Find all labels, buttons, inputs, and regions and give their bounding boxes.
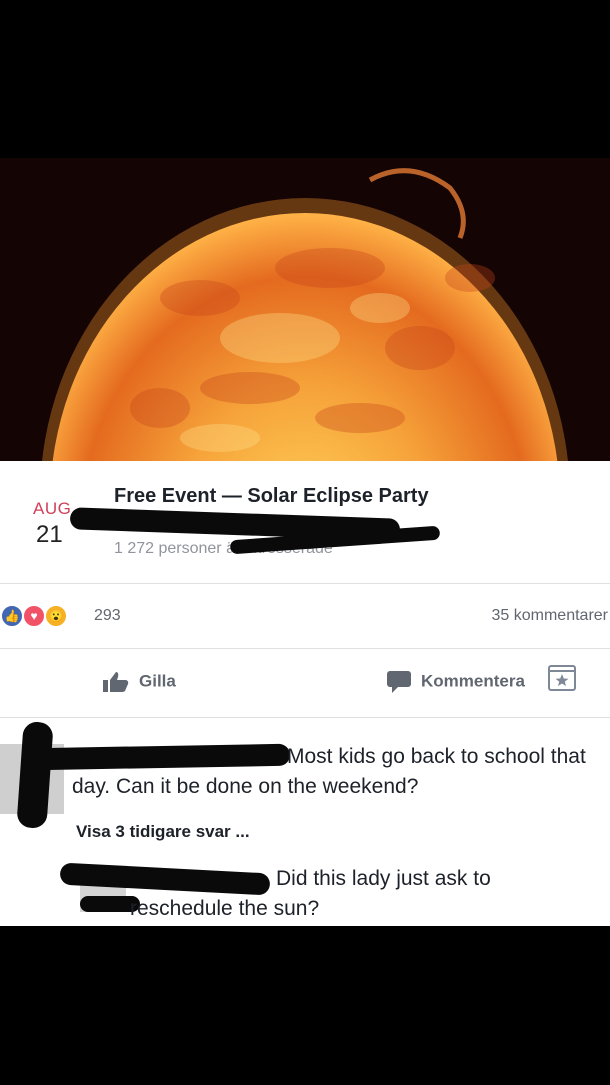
post-actions-bar: Gilla Kommentera bbox=[0, 651, 610, 718]
comment-text: Most kids go back to school that day. Ca… bbox=[72, 742, 602, 802]
reply-line-2: reschedule the sun? bbox=[130, 897, 320, 920]
sun-image bbox=[0, 158, 610, 461]
like-reaction-icon[interactable]: 👍 bbox=[0, 604, 24, 628]
love-reaction-icon[interactable]: ♥ bbox=[22, 604, 46, 628]
thumbs-up-icon bbox=[103, 672, 129, 692]
facebook-event-post: AUG. 21 Free Event — Solar Eclipse Party… bbox=[0, 158, 610, 926]
calendar-star-icon[interactable] bbox=[548, 663, 576, 691]
wow-reaction-icon[interactable]: 😮 bbox=[44, 604, 68, 628]
like-button[interactable]: Gilla bbox=[103, 671, 176, 693]
comment-button[interactable]: Kommentera bbox=[387, 671, 525, 693]
comment-body: Most kids go back to school that day. Ca… bbox=[72, 745, 586, 798]
comment-label: Kommentera bbox=[421, 671, 525, 691]
event-info-card[interactable]: AUG. 21 Free Event — Solar Eclipse Party… bbox=[0, 461, 610, 584]
view-previous-replies-link[interactable]: Visa 3 tidigare svar ... bbox=[76, 822, 250, 842]
comment-count[interactable]: 35 kommentarer bbox=[492, 607, 609, 625]
event-title[interactable]: Free Event — Solar Eclipse Party bbox=[114, 485, 429, 508]
reaction-count[interactable]: 293 bbox=[94, 607, 121, 625]
reply-line-1: Did this lady just ask to bbox=[276, 867, 491, 890]
event-day: 21 bbox=[36, 521, 63, 548]
like-label: Gilla bbox=[139, 671, 176, 691]
reply-text: Did this lady just ask to reschedule the… bbox=[130, 864, 570, 924]
reaction-stats-bar: 👍 ♥ 😮 293 35 kommentarer bbox=[0, 586, 610, 649]
event-cover-image[interactable] bbox=[0, 158, 610, 461]
speech-bubble-icon bbox=[387, 671, 411, 693]
